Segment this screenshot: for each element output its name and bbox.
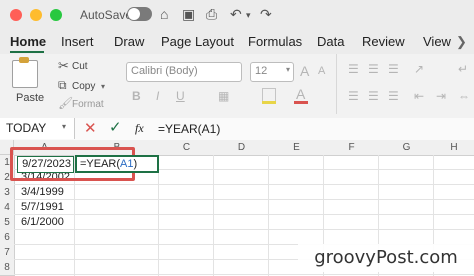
save-icon[interactable]: ▣	[182, 6, 195, 23]
tab-formulas[interactable]: Formulas	[248, 34, 302, 49]
enter-check-icon[interactable]: ✓	[109, 118, 122, 136]
paste-icon[interactable]	[12, 57, 38, 88]
cut-label[interactable]: Cut	[72, 61, 88, 72]
name-box-value: TODAY	[6, 121, 47, 135]
gridline	[14, 214, 474, 215]
row-header-6[interactable]: 6	[0, 230, 15, 246]
scissors-icon[interactable]: ✂	[58, 58, 69, 74]
cell-b1-editing[interactable]: =YEAR(A1)	[75, 155, 159, 173]
home-icon[interactable]: ⌂	[160, 6, 168, 22]
tab-draw[interactable]: Draw	[114, 34, 144, 49]
toggle-knob	[128, 8, 140, 20]
undo-dropdown-icon[interactable]: ▾	[246, 10, 251, 21]
name-box[interactable]: TODAY ▾	[0, 118, 75, 139]
merge-icon[interactable]: ⇔	[458, 89, 470, 103]
formula-function-text: =YEAR(	[80, 158, 121, 170]
font-name-select[interactable]: Calibri (Body)	[126, 62, 242, 82]
name-box-dropdown-icon[interactable]: ▾	[62, 122, 66, 131]
column-header-h[interactable]: H	[434, 140, 474, 156]
formula-closing-paren: )	[133, 158, 138, 170]
format-painter-icon[interactable]: 🖌	[58, 96, 73, 110]
column-header-d[interactable]: D	[214, 140, 270, 156]
align-top-icon[interactable]: ☰	[348, 62, 359, 76]
tab-view[interactable]: View	[423, 34, 451, 49]
ribbon-divider	[336, 54, 337, 114]
tab-review[interactable]: Review	[362, 34, 405, 49]
gridline	[14, 274, 474, 275]
gridline	[14, 229, 474, 230]
column-header-e[interactable]: E	[269, 140, 325, 156]
align-bottom-icon[interactable]: ☰	[388, 62, 399, 76]
formula-cell-reference: A1	[120, 158, 134, 170]
gridline	[213, 155, 214, 276]
column-header-g[interactable]: G	[379, 140, 435, 156]
font-color-swatch	[294, 101, 308, 104]
row-header-8[interactable]: 8	[0, 260, 15, 276]
redo-icon[interactable]: ↷	[260, 6, 272, 23]
cell-a1[interactable]: 9/27/2023	[17, 156, 74, 173]
copy-label[interactable]: Copy	[72, 81, 95, 92]
align-middle-icon[interactable]: ☰	[368, 62, 379, 76]
zoom-window-button[interactable]	[50, 9, 62, 21]
row-header-4[interactable]: 4	[0, 200, 15, 216]
minimize-window-button[interactable]	[30, 9, 42, 21]
close-window-button[interactable]	[10, 9, 22, 21]
undo-icon[interactable]: ↶	[230, 6, 242, 23]
cell-a4[interactable]: 5/7/1991	[21, 201, 64, 213]
print-icon[interactable]: ⎙	[206, 6, 217, 23]
orientation-icon[interactable]: ↗	[414, 62, 424, 76]
tab-data[interactable]: Data	[317, 34, 344, 49]
clipboard-clip	[19, 57, 29, 63]
decrease-font-icon[interactable]: A	[318, 65, 325, 77]
paste-label[interactable]: Paste	[16, 92, 44, 104]
align-center-icon[interactable]: ☰	[368, 89, 379, 103]
formula-input[interactable]: =YEAR(A1)	[158, 122, 220, 136]
row-header-5[interactable]: 5	[0, 215, 15, 231]
increase-font-icon[interactable]: A	[300, 63, 309, 79]
active-tab-indicator	[10, 51, 44, 53]
title-bar: AutoSave ⌂ ▣ ⎙ ↶ ▾ ↷	[0, 0, 474, 30]
font-size-value: 12	[255, 65, 268, 77]
gridline	[14, 199, 474, 200]
copy-dropdown-icon[interactable]: ▾	[101, 82, 105, 91]
cancel-icon[interactable]: ✕	[84, 119, 97, 137]
wrap-text-icon[interactable]: ↵	[458, 62, 468, 76]
underline-icon[interactable]: U	[176, 89, 185, 103]
row-header-7[interactable]: 7	[0, 245, 15, 261]
align-right-icon[interactable]: ☰	[388, 89, 399, 103]
autosave-label: AutoSave	[80, 8, 133, 22]
fill-color-swatch	[262, 101, 276, 104]
font-size-select[interactable]: 12 ▾	[250, 62, 294, 82]
font-size-dropdown-icon: ▾	[285, 65, 290, 74]
decrease-indent-icon[interactable]: ⇤	[414, 89, 424, 103]
row-header-3[interactable]: 3	[0, 185, 15, 201]
format-painter-label[interactable]: Format	[72, 99, 104, 110]
font-name-value: Calibri (Body)	[131, 65, 198, 77]
column-header-c[interactable]: C	[159, 140, 215, 156]
fill-color-icon[interactable]	[262, 88, 276, 102]
ribbon-tab-bar: Home Insert Draw Page Layout Formulas Da…	[0, 30, 474, 54]
insert-function-button[interactable]: fx	[135, 121, 144, 136]
copy-icon[interactable]: ⧉	[58, 78, 67, 93]
gridline	[268, 155, 269, 276]
bold-icon[interactable]: B	[132, 89, 141, 103]
overflow-icon[interactable]: ❯	[456, 34, 467, 50]
watermark: groovyPost.com	[298, 244, 474, 272]
align-left-icon[interactable]: ☰	[348, 89, 359, 103]
tab-page-layout[interactable]: Page Layout	[161, 34, 234, 49]
borders-icon[interactable]: ▦	[218, 89, 229, 103]
font-color-icon[interactable]: A	[296, 86, 305, 102]
tab-home[interactable]: Home	[10, 34, 46, 49]
gridline	[158, 155, 159, 276]
italic-icon[interactable]: I	[156, 89, 159, 103]
cell-a5[interactable]: 6/1/2000	[21, 216, 64, 228]
increase-indent-icon[interactable]: ⇥	[436, 89, 446, 103]
column-header-f[interactable]: F	[324, 140, 380, 156]
autosave-toggle[interactable]	[127, 7, 152, 21]
cell-a3[interactable]: 3/4/1999	[21, 186, 64, 198]
gridline	[14, 184, 474, 185]
tab-insert[interactable]: Insert	[61, 34, 94, 49]
